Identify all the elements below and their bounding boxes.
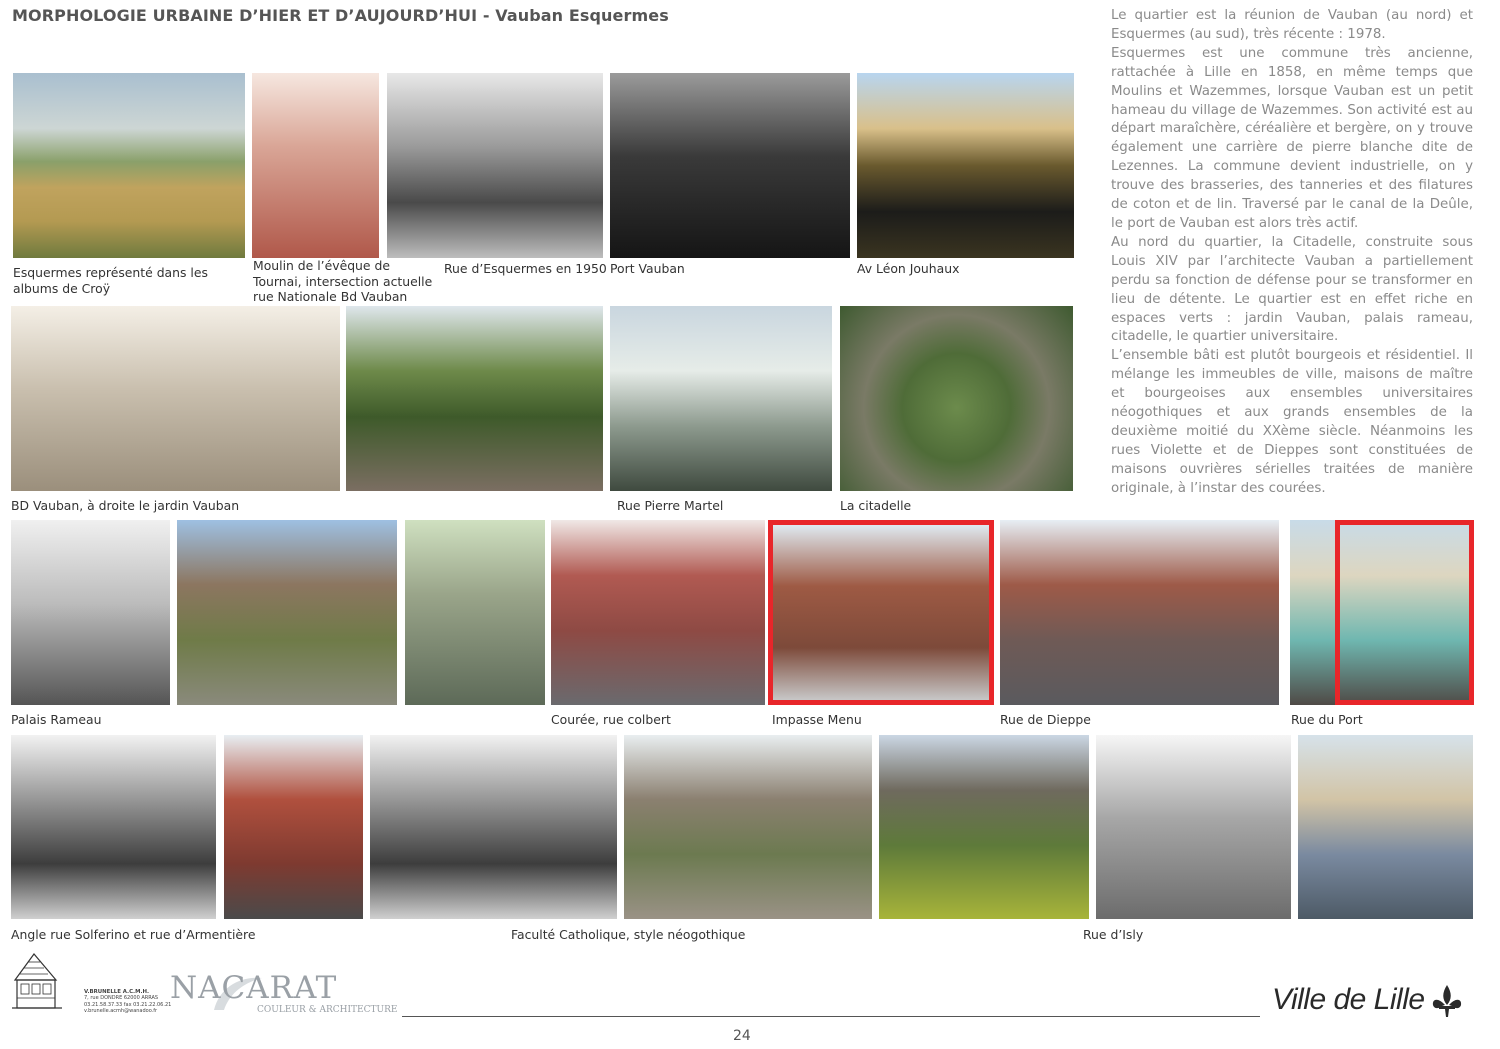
photo-rue-dieppe xyxy=(1000,520,1279,705)
photo-rue-pierre-martel xyxy=(610,306,832,491)
intro-text: Le quartier est la réunion de Vauban (au… xyxy=(1111,7,1473,499)
caption-angle-solferino: Angle rue Solferino et rue d’Armentière xyxy=(11,927,256,942)
caption-impasse-menu: Impasse Menu xyxy=(772,712,862,727)
page-title: MORPHOLOGIE URBAINE D’HIER ET D’AUJOURD’… xyxy=(12,6,669,25)
photo-faculte-garden xyxy=(879,735,1089,919)
photo-couree-colbert xyxy=(551,520,765,705)
caption-esquermes-croy: Esquermes représenté dans les albums de … xyxy=(13,265,208,296)
photo-citadelle xyxy=(840,306,1073,491)
page-number: 24 xyxy=(733,1028,751,1044)
photo-impasse-menu xyxy=(768,520,994,705)
photo-rue-isly-old xyxy=(1096,735,1291,919)
nacarat-logo: NACARAT xyxy=(170,970,338,1006)
photo-boulevard-vauban-old xyxy=(370,735,617,919)
architect-email: v.brunelle.acmh@wanadoo.fr xyxy=(84,1007,158,1014)
architect-phone: 03.21.58.37.33 fax 03.21.22.06.21 xyxy=(84,1001,172,1008)
caption-couree-colbert: Courée, rue colbert xyxy=(551,712,671,727)
photo-palais-rameau-glass xyxy=(405,520,545,705)
photo-moulin xyxy=(252,73,379,258)
photo-rue-isly xyxy=(1298,735,1473,919)
architect-contact: V.BRUNELLE A.C.M.H. 7, rue DONDRE 62000 … xyxy=(84,989,171,1014)
photo-palais-rameau-old xyxy=(11,520,170,705)
intro-paragraph: L’ensemble bâti est plutôt bourgeois et … xyxy=(1111,348,1473,496)
caption-rue-pierre-martel: Rue Pierre Martel xyxy=(617,498,724,513)
photo-palais-rameau xyxy=(177,520,397,705)
caption-port-vauban: Port Vauban xyxy=(610,261,685,276)
caption-rue-esquermes-1950: Rue d’Esquermes en 1950 xyxy=(444,261,607,276)
intro-paragraph: Le quartier est la réunion de Vauban (au… xyxy=(1111,8,1473,42)
caption-rue-dieppe: Rue de Dieppe xyxy=(1000,712,1091,727)
photo-angle-solferino xyxy=(224,735,363,919)
intro-paragraph: Esquermes est une commune très ancienne,… xyxy=(1111,45,1473,231)
nacarat-subtitle: COULEUR & ARCHITECTURE xyxy=(257,1005,398,1015)
fleur-de-lis-icon xyxy=(1432,985,1462,1017)
caption-bd-vauban: BD Vauban, à droite le jardin Vauban xyxy=(11,498,240,513)
photo-bd-vauban xyxy=(11,306,340,491)
photo-av-leon-jouhaux xyxy=(857,73,1074,258)
intro-paragraph: Au nord du quartier, la Citadelle, const… xyxy=(1111,234,1473,345)
caption-palais-rameau: Palais Rameau xyxy=(11,712,102,727)
highlight-frame-rue-du-port xyxy=(1335,520,1474,705)
caption-rue-isly: Rue d’Isly xyxy=(1083,927,1144,942)
photo-port-vauban xyxy=(610,73,850,258)
caption-av-leon-jouhaux: Av Léon Jouhaux xyxy=(857,261,960,276)
photo-rue-solferino-old xyxy=(11,735,216,919)
architect-house-logo xyxy=(12,953,62,1009)
footer-divider xyxy=(402,1016,1260,1017)
photo-bd-vauban-today xyxy=(346,306,603,491)
caption-rue-du-port: Rue du Port xyxy=(1291,712,1363,727)
caption-moulin: Moulin de l’évêque de Tournai, intersect… xyxy=(253,258,433,304)
ville-de-lille-logo: Ville de Lille xyxy=(1272,983,1425,1016)
caption-citadelle: La citadelle xyxy=(840,498,912,513)
photo-esquermes-croy xyxy=(13,73,245,258)
photo-faculte-catholique xyxy=(624,735,872,919)
caption-faculte-catholique: Faculté Catholique, style néogothique xyxy=(511,927,746,942)
photo-rue-esquermes-1950 xyxy=(387,73,603,258)
